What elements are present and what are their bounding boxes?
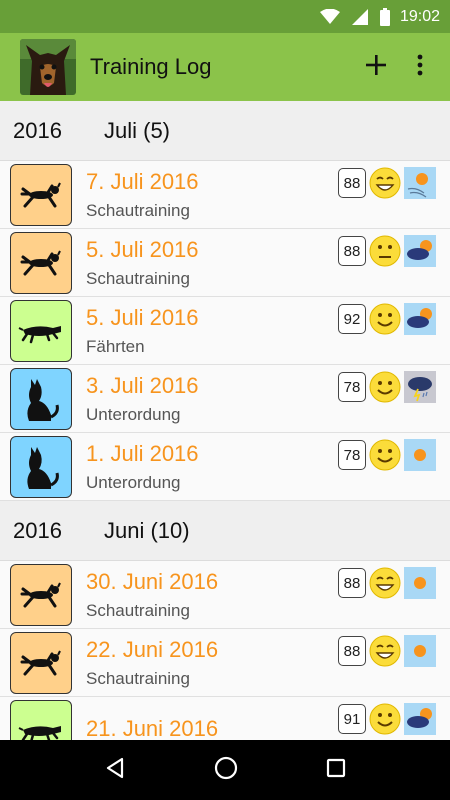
list-item[interactable]: 22. Juni 2016 Schautraining 88	[0, 629, 450, 697]
faehrten-category-icon	[10, 299, 72, 362]
score-badge: 88	[338, 568, 366, 598]
score-badge: 88	[338, 236, 366, 266]
signal-icon	[351, 8, 368, 25]
cloudy-sun-weather-icon	[404, 303, 436, 335]
list-item[interactable]: 3. Juli 2016 Unterordung 78	[0, 365, 450, 433]
score-badge: 78	[338, 440, 366, 470]
section-month: Juli (5)	[104, 117, 171, 143]
app-title: Training Log	[90, 54, 212, 79]
score-badge: 91	[338, 704, 366, 734]
section-header: 2016 Juni (10)	[0, 501, 450, 561]
wifi-icon	[319, 8, 340, 25]
score-badge: 78	[338, 372, 366, 402]
more-vert-icon	[417, 54, 423, 80]
system-nav-bar	[0, 740, 450, 800]
schautraining-category-icon	[10, 163, 72, 226]
neutral-face-icon	[369, 235, 401, 267]
smile-face-icon	[369, 703, 401, 735]
home-button[interactable]	[214, 756, 238, 784]
faehrten-category-icon	[10, 699, 72, 740]
entry-type: Schautraining	[86, 268, 190, 288]
smile-face-icon	[369, 439, 401, 471]
entry-type: Fährten	[86, 336, 145, 356]
unterordnung-category-icon	[10, 367, 72, 430]
entry-type: Schautraining	[86, 600, 190, 620]
cloudy-sun-weather-icon	[404, 235, 436, 267]
list-item[interactable]: 21. Juni 2016 91	[0, 697, 450, 740]
section-header: 2016 Juli (5)	[0, 101, 450, 161]
back-button[interactable]	[104, 757, 126, 783]
list-item[interactable]: 7. Juli 2016 Schautraining 88	[0, 161, 450, 229]
schautraining-category-icon	[10, 631, 72, 694]
schautraining-category-icon	[10, 231, 72, 294]
score-badge: 88	[338, 168, 366, 198]
home-circle-icon	[214, 756, 238, 784]
list-item[interactable]: 1. Juli 2016 Unterordung 78	[0, 433, 450, 501]
plus-icon	[365, 54, 387, 80]
sunny-weather-icon	[404, 635, 436, 667]
section-year: 2016	[13, 117, 62, 143]
battery-icon	[379, 7, 390, 26]
storm-weather-icon	[404, 371, 436, 403]
dog-avatar[interactable]	[20, 39, 76, 95]
list-item[interactable]: 5. Juli 2016 Schautraining 88	[0, 229, 450, 297]
entry-type: Unterordung	[86, 404, 181, 424]
score-badge: 92	[338, 304, 366, 334]
grin-face-icon	[369, 567, 401, 599]
smile-face-icon	[369, 371, 401, 403]
entry-type: Schautraining	[86, 668, 190, 688]
schautraining-category-icon	[10, 563, 72, 626]
sunny-weather-icon	[404, 567, 436, 599]
status-bar: 19:02	[0, 0, 450, 33]
smile-face-icon	[369, 303, 401, 335]
overflow-menu-button[interactable]	[398, 45, 442, 89]
recents-button[interactable]	[326, 758, 346, 782]
list-item[interactable]: 30. Juni 2016 Schautraining 88	[0, 561, 450, 629]
entry-type: Unterordung	[86, 472, 181, 492]
section-month: Juni (10)	[104, 517, 190, 543]
recents-square-icon	[326, 758, 346, 782]
back-triangle-icon	[104, 757, 126, 783]
list-item[interactable]: 5. Juli 2016 Fährten 92	[0, 297, 450, 365]
unterordnung-category-icon	[10, 435, 72, 498]
score-badge: 88	[338, 636, 366, 666]
section-year: 2016	[13, 517, 62, 543]
grin-face-icon	[369, 635, 401, 667]
entry-type: Schautraining	[86, 200, 190, 220]
training-log-list[interactable]: 2016 Juli (5) 7. Juli 2016 Schautraining…	[0, 101, 450, 740]
sunny-weather-icon	[404, 439, 436, 471]
cloudy-sun-weather-icon	[404, 703, 436, 735]
sunny-windy-weather-icon	[404, 167, 436, 199]
app-bar: Training Log	[0, 33, 450, 101]
add-entry-button[interactable]	[354, 45, 398, 89]
grin-face-icon	[369, 167, 401, 199]
status-time: 19:02	[399, 7, 440, 25]
